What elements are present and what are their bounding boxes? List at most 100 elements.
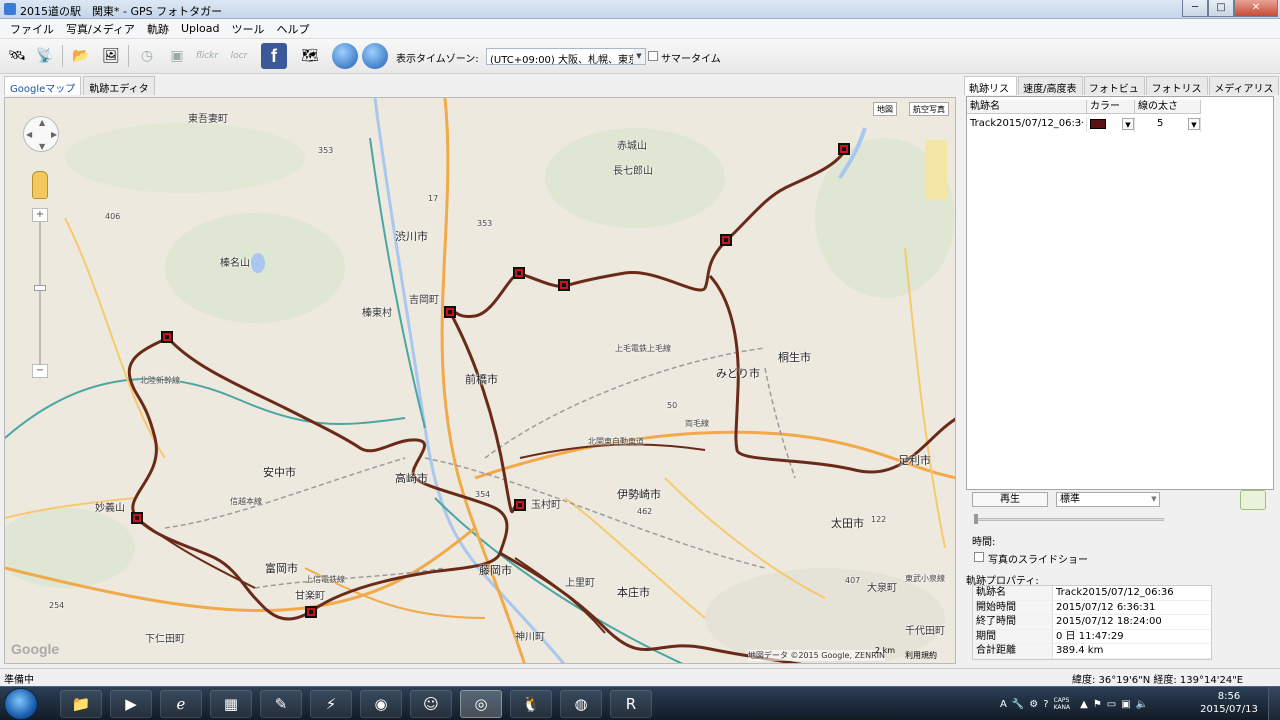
app-icon[interactable]: ◉ <box>360 690 402 718</box>
display-icon[interactable]: ▣ <box>1121 699 1130 710</box>
flickr-icon[interactable]: flickr <box>194 43 220 69</box>
zoom-slider-knob[interactable] <box>34 285 46 291</box>
menu-bar: ファイル 写真/メディア 軌跡 Upload ツール ヘルプ <box>0 19 1280 39</box>
more-button[interactable]: ··· <box>1074 117 1084 131</box>
start-button[interactable] <box>4 688 38 720</box>
map-type-button[interactable]: 地図 <box>873 102 897 116</box>
menu-file[interactable]: ファイル <box>4 21 60 37</box>
track-properties-table: 軌跡名 Track2015/07/12_06:36 開始時間 2015/07/1… <box>972 585 1212 660</box>
map-label: 藤岡市 <box>479 564 512 577</box>
column-header-name[interactable]: 軌跡名 <box>967 100 1087 114</box>
menu-tools[interactable]: ツール <box>225 21 270 37</box>
maximize-button[interactable]: □ <box>1208 0 1234 17</box>
waypoint-marker[interactable] <box>514 499 526 511</box>
clock-icon[interactable]: ◷ <box>134 43 160 69</box>
app-icon[interactable]: ▦ <box>210 690 252 718</box>
photo-icon[interactable]: 🖼 <box>98 43 124 69</box>
facebook-icon[interactable]: f <box>261 43 287 69</box>
tab-photo-list[interactable]: フォトリスト <box>1146 76 1209 110</box>
zoom-out-button[interactable]: − <box>32 364 48 378</box>
chrome-icon[interactable]: ◍ <box>560 690 602 718</box>
chevron-down-icon: ▼ <box>633 49 645 64</box>
play-button[interactable]: 再生 <box>972 492 1048 507</box>
tab-track-list[interactable]: 軌跡リスト <box>964 76 1018 110</box>
waypoint-marker[interactable] <box>558 279 570 291</box>
app-icon[interactable]: 🐧 <box>510 690 552 718</box>
volume-icon[interactable]: 🔈 <box>1136 699 1148 710</box>
flag-icon[interactable]: ⚑ <box>1093 699 1102 710</box>
waypoint-marker[interactable] <box>444 306 456 318</box>
open-folder-icon[interactable]: 📂 <box>68 43 94 69</box>
google-map[interactable]: 地図 航空写真 ▲ ▼ ◀ ▶ + − 東吾妻町 渋川市 赤城山 長七郎山 榛名… <box>4 97 956 664</box>
waypoint-marker[interactable] <box>838 143 850 155</box>
map-label: みどり市 <box>716 367 760 380</box>
tab-speed-altitude[interactable]: 速度/高度表示 <box>1018 76 1083 110</box>
clock[interactable]: 8:56 2015/07/13 <box>1198 690 1260 716</box>
zoom-in-button[interactable]: + <box>32 208 48 222</box>
settings-icon[interactable]: 🔧 <box>1012 699 1024 710</box>
locr-icon[interactable]: locr <box>226 43 252 69</box>
menu-upload[interactable]: Upload <box>175 22 226 35</box>
slideshow-checkbox[interactable] <box>974 552 984 562</box>
track-name-cell: Track2015/07/12_06:3 ··· <box>967 117 1087 132</box>
chevron-up-icon[interactable]: ▲ <box>1080 699 1088 710</box>
track-width-cell[interactable]: 5 ▼ <box>1135 117 1201 132</box>
camera-icon[interactable]: ▣ <box>164 43 190 69</box>
track-color-cell[interactable]: ▼ <box>1087 117 1135 132</box>
app-icon[interactable]: ☺ <box>410 690 452 718</box>
app-icon[interactable]: ⚡ <box>310 690 352 718</box>
timezone-select[interactable]: (UTC+09:00) 大阪、札幌、東京 ▼ <box>486 48 646 66</box>
gps-device-icon[interactable]: 🛰 <box>4 43 30 69</box>
timezone-value: (UTC+09:00) 大阪、札幌、東京 <box>490 55 639 66</box>
zoom-slider[interactable] <box>39 212 41 372</box>
menu-photo-media[interactable]: 写真/メディア <box>60 21 141 37</box>
waypoint-marker[interactable] <box>720 234 732 246</box>
waypoint-marker[interactable] <box>161 331 173 343</box>
media-player-icon[interactable]: ▶ <box>110 690 152 718</box>
gps-receive-icon[interactable]: 📡 <box>32 43 58 69</box>
tab-media-list[interactable]: メディアリスト <box>1209 76 1279 110</box>
menu-help[interactable]: ヘルプ <box>270 21 315 37</box>
trash-icon[interactable] <box>1240 490 1266 510</box>
gps-phototagger-icon[interactable]: ◎ <box>460 690 502 718</box>
property-value: 2015/07/12 6:36:31 <box>1056 601 1156 613</box>
waypoint-marker[interactable] <box>305 606 317 618</box>
table-row[interactable]: Track2015/07/12_06:3 ··· ▼ 5 ▼ <box>967 117 1201 132</box>
minimize-button[interactable]: ─ <box>1182 0 1208 17</box>
chevron-down-icon[interactable]: ▼ <box>1188 118 1200 130</box>
speed-value: 標準 <box>1060 494 1080 505</box>
show-desktop-button[interactable] <box>1268 687 1280 720</box>
google-earth-icon[interactable] <box>332 43 358 69</box>
column-header-width[interactable]: 線の太さ <box>1135 100 1201 114</box>
tab-photo-view[interactable]: フォトビュー <box>1083 76 1146 110</box>
file-explorer-icon[interactable]: 📁 <box>60 690 102 718</box>
help-icon[interactable]: ? <box>1043 699 1048 710</box>
pan-control[interactable]: ▲ ▼ ◀ ▶ <box>23 116 59 152</box>
satellite-type-button[interactable]: 航空写真 <box>909 102 949 116</box>
column-header-color[interactable]: カラー <box>1087 100 1135 114</box>
battery-icon[interactable]: ▭ <box>1107 699 1116 710</box>
property-row: 期間 0 日 11:47:29 <box>973 629 1211 644</box>
app-icon[interactable]: ✎ <box>260 690 302 718</box>
playback-slider-knob[interactable] <box>974 514 978 524</box>
network-icon[interactable]: ⚙ <box>1029 699 1038 710</box>
tab-google-map[interactable]: Googleマップ <box>4 76 82 95</box>
street-view-pegman-icon[interactable] <box>32 171 48 199</box>
google-earth-kmz-icon[interactable] <box>362 43 388 69</box>
ime-indicator[interactable]: A <box>1000 699 1007 710</box>
map-tools-panel[interactable] <box>925 140 947 200</box>
map-label: 上信電鉄線 <box>305 575 345 584</box>
waypoint-marker[interactable] <box>131 512 143 524</box>
terms-link[interactable]: 利用規約 <box>905 650 937 661</box>
chevron-down-icon[interactable]: ▼ <box>1122 118 1134 130</box>
waypoint-marker[interactable] <box>513 267 525 279</box>
tab-track-editor[interactable]: 軌跡エディタ <box>83 76 155 95</box>
playback-slider[interactable] <box>974 518 1164 521</box>
internet-explorer-icon[interactable]: ℯ <box>160 690 202 718</box>
speed-select[interactable]: 標準 ▼ <box>1056 492 1160 507</box>
summer-time-checkbox[interactable] <box>648 51 658 61</box>
app-icon[interactable]: R <box>610 690 652 718</box>
close-button[interactable]: ✕ <box>1234 0 1278 17</box>
menu-track[interactable]: 軌跡 <box>141 21 175 37</box>
picasa-icon[interactable]: 🗺 <box>297 43 323 69</box>
